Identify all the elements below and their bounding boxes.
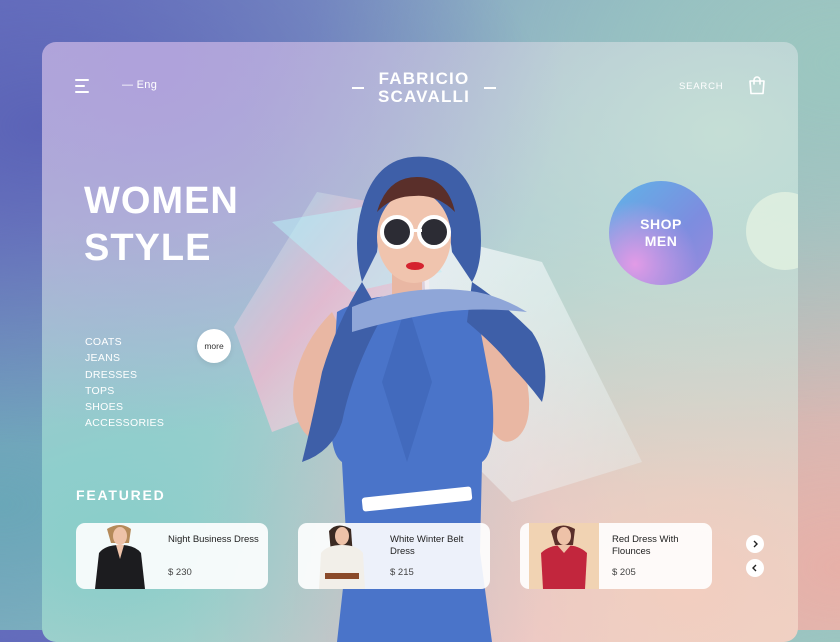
category-coats[interactable]: COATS <box>85 334 164 350</box>
product-card-2[interactable]: White Winter Belt Dress $ 215 <box>298 523 490 589</box>
shop-men-line-2: MEN <box>644 233 678 249</box>
hero-title-line-2: STYLE <box>84 227 212 269</box>
brand-line-2: SCAVALLI <box>377 87 471 106</box>
decorative-circle <box>746 192 798 270</box>
shop-men-button[interactable]: SHOP MEN <box>609 181 713 285</box>
product-image-3 <box>529 523 599 589</box>
featured-heading: FEATURED <box>76 487 166 503</box>
more-button[interactable]: more <box>197 329 231 363</box>
brand-logo[interactable]: FABRICIO SCAVALLI <box>352 70 496 106</box>
language-selector[interactable]: — Eng <box>122 79 157 91</box>
chevron-left-icon[interactable] <box>746 559 764 577</box>
hero-title: WOMEN STYLE <box>84 178 239 272</box>
category-jeans[interactable]: JEANS <box>85 350 164 366</box>
search-link[interactable]: SEARCH <box>679 81 723 92</box>
product-name-2: White Winter Belt Dress <box>390 534 464 557</box>
product-name-3: Red Dress With Flounces <box>612 534 679 557</box>
product-image-2 <box>319 525 365 589</box>
category-dresses[interactable]: DRESSES <box>85 367 164 383</box>
category-list: COATS JEANS DRESSES TOPS SHOES ACCESSORI… <box>85 334 164 432</box>
category-shoes[interactable]: SHOES <box>85 399 164 415</box>
main-panel: — Eng FABRICIO SCAVALLI SEARCH WOMEN STY… <box>42 42 798 642</box>
category-accessories[interactable]: ACCESSORIES <box>85 415 164 431</box>
product-name-1: Night Business Dress <box>168 534 259 545</box>
product-card-3[interactable]: Red Dress With Flounces $ 205 <box>520 523 712 589</box>
product-price-3: $ 205 <box>612 567 636 578</box>
brand-line-1: FABRICIO <box>378 69 470 88</box>
shopping-bag-icon[interactable] <box>748 75 766 95</box>
chevron-right-icon[interactable] <box>746 535 764 553</box>
product-price-2: $ 215 <box>390 567 414 578</box>
brand-dash-left <box>352 87 364 89</box>
shop-men-line-1: SHOP <box>640 216 682 232</box>
product-card-1[interactable]: Night Business Dress $ 230 <box>76 523 268 589</box>
brand-dash-right <box>484 87 496 89</box>
product-image-1 <box>95 525 145 589</box>
category-tops[interactable]: TOPS <box>85 383 164 399</box>
product-price-1: $ 230 <box>168 567 192 578</box>
hero-title-line-1: WOMEN <box>84 180 239 222</box>
menu-icon[interactable] <box>75 79 91 93</box>
